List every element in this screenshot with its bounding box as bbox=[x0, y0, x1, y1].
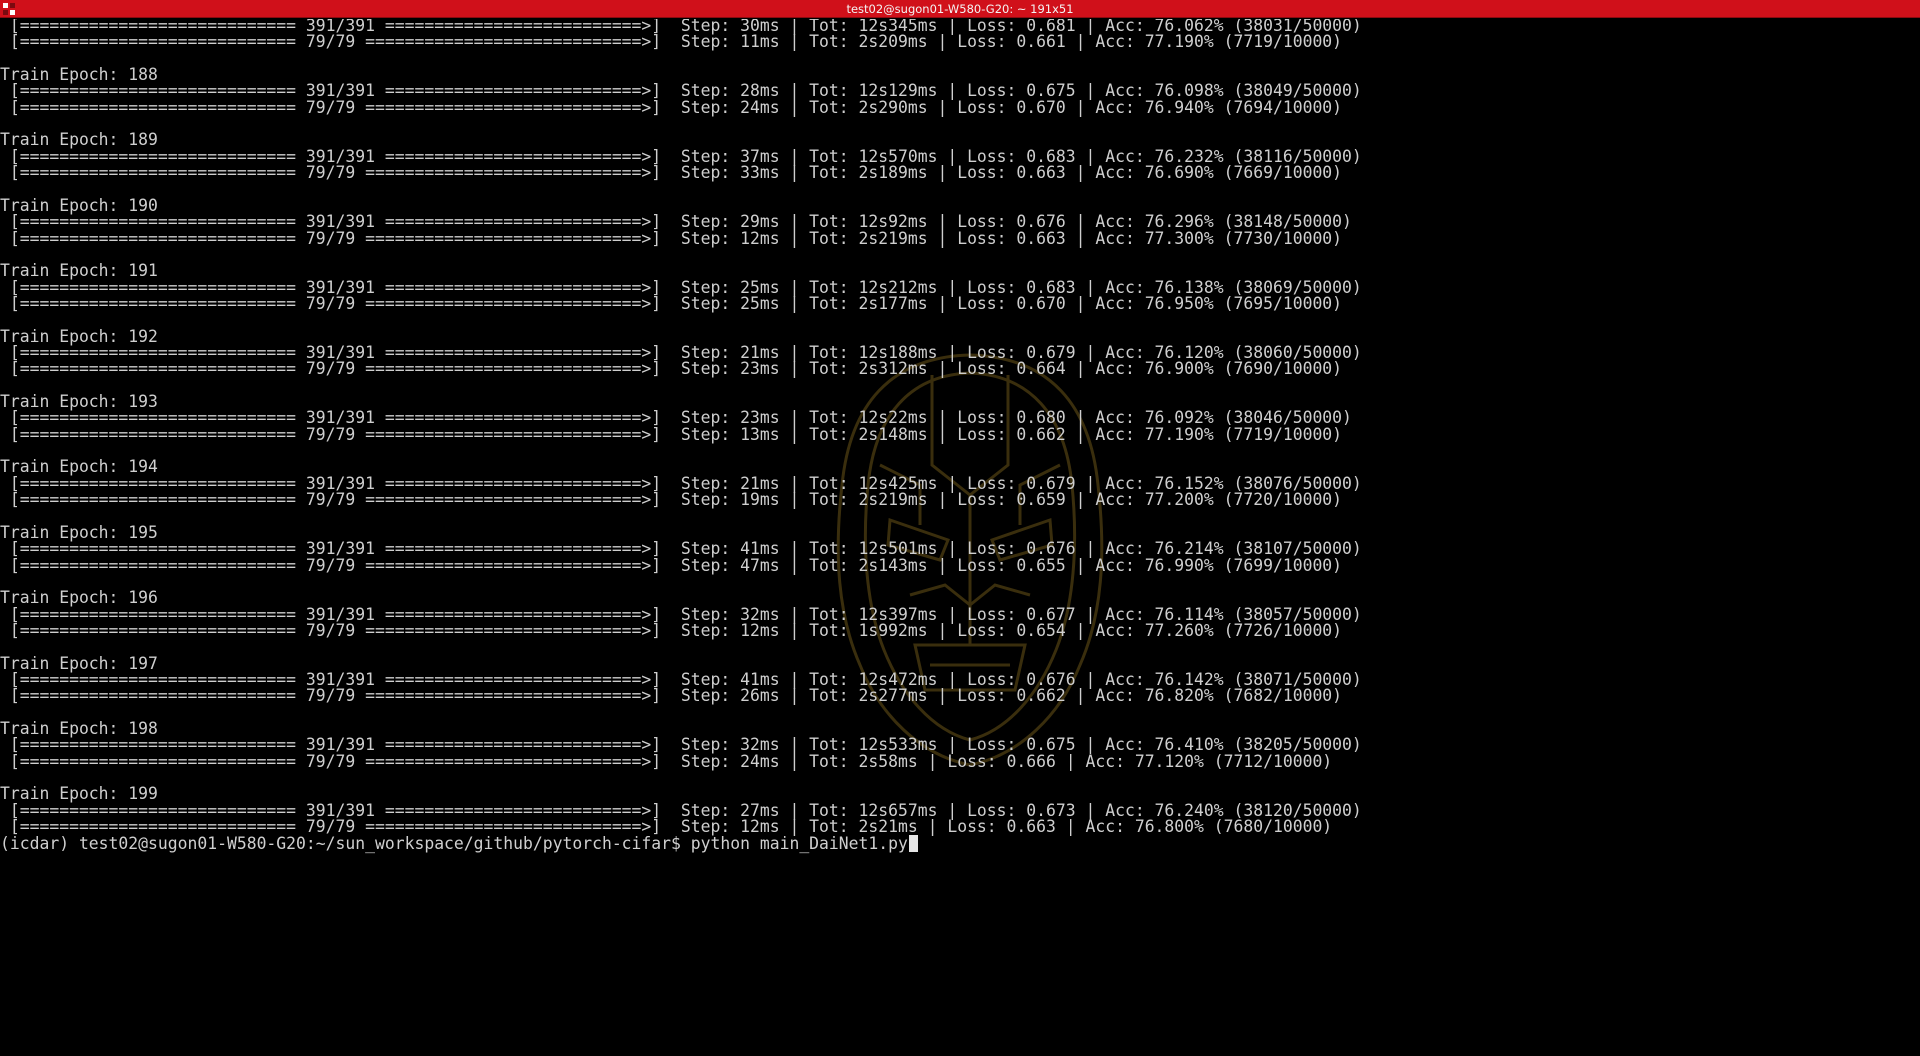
progress-line: [============================ 79/79 ====… bbox=[0, 32, 1343, 52]
title-bar[interactable]: test02@sugon01-W580-G20: ~ 191x51 bbox=[0, 0, 1920, 18]
progress-line: [============================ 79/79 ====… bbox=[0, 424, 1343, 444]
progress-line: [============================ 79/79 ====… bbox=[0, 163, 1343, 183]
progress-line: [============================ 79/79 ====… bbox=[0, 490, 1343, 510]
progress-line: [============================ 79/79 ====… bbox=[0, 97, 1343, 117]
progress-line: [============================ 79/79 ====… bbox=[0, 293, 1343, 313]
text-cursor bbox=[908, 834, 918, 852]
terminal-output[interactable]: [============================ 391/391 ==… bbox=[0, 19, 1920, 1056]
progress-line: [============================ 79/79 ====… bbox=[0, 555, 1343, 575]
progress-line: [============================ 79/79 ====… bbox=[0, 228, 1343, 248]
progress-line: [============================ 79/79 ====… bbox=[0, 751, 1333, 771]
terminal-window: test02@sugon01-W580-G20: ~ 191x51 [=====… bbox=[0, 0, 1920, 1056]
prompt-line[interactable]: (icdar) test02@sugon01-W580-G20:~/sun_wo… bbox=[0, 834, 918, 854]
shell-prompt: (icdar) test02@sugon01-W580-G20:~/sun_wo… bbox=[0, 833, 691, 853]
window-title: test02@sugon01-W580-G20: ~ 191x51 bbox=[846, 2, 1074, 16]
progress-line: [============================ 79/79 ====… bbox=[0, 686, 1343, 706]
progress-line: [============================ 79/79 ====… bbox=[0, 359, 1343, 379]
progress-line: [============================ 79/79 ====… bbox=[0, 620, 1343, 640]
typed-command: python main_DaiNet1.py bbox=[690, 833, 908, 853]
